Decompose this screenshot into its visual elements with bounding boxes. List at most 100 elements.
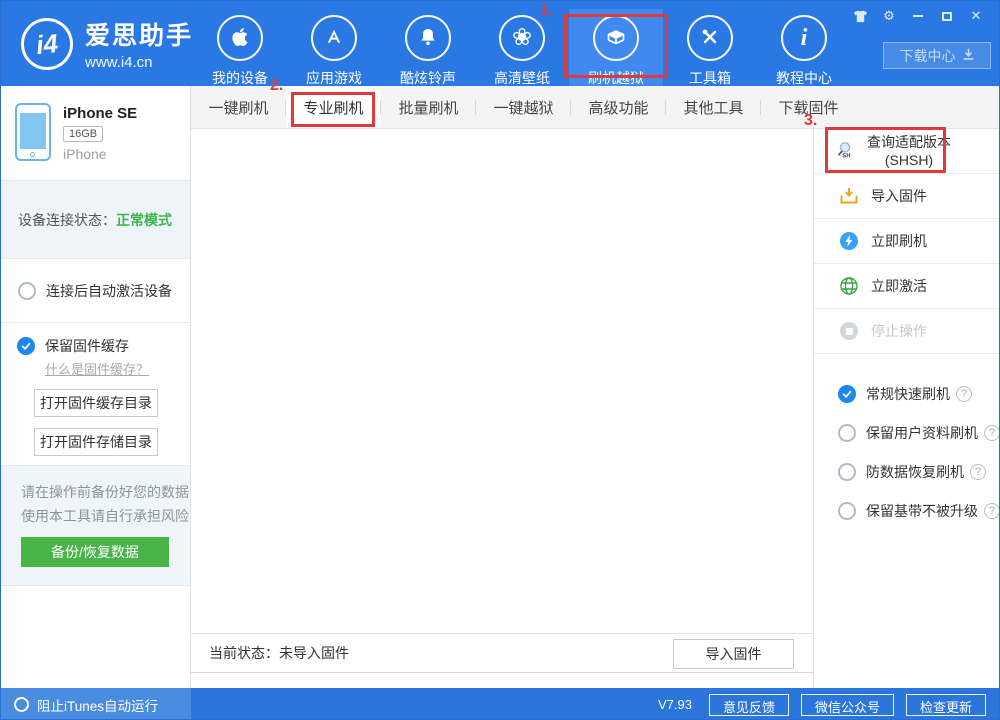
option-label: 防数据恢复刷机 — [866, 463, 964, 480]
auto-activate-radio[interactable] — [18, 281, 36, 300]
help-icon[interactable]: ? — [956, 385, 972, 402]
tab-advanced[interactable]: 高级功能 — [571, 86, 666, 128]
download-center-button[interactable]: 下载中心 — [883, 42, 991, 69]
flower-icon: ❀ — [511, 24, 533, 51]
nav-item-flash-jailbreak[interactable]: 刷机越狱 — [569, 9, 663, 96]
option-keep-baseband[interactable]: 保留基带不被升级 ? — [814, 491, 999, 530]
block-itunes-label: 阻止iTunes自动运行 — [37, 698, 159, 714]
nav-item-my-device[interactable]: 我的设备 — [193, 9, 287, 96]
nav-item-wallpapers[interactable]: ❀ 高清壁纸 — [475, 9, 569, 96]
nav-label: 教程中心 — [776, 70, 832, 86]
tab-one-key-flash[interactable]: 一键刷机 — [191, 86, 286, 128]
radio-icon[interactable] — [838, 462, 856, 481]
keep-cache-checkbox[interactable] — [17, 337, 35, 355]
appstore-icon — [322, 25, 346, 52]
query-shsh-button[interactable]: SH 查询适配版本 (SHSH) — [814, 129, 999, 174]
main-footer: 当前状态：未导入固件 导入固件 — [191, 633, 813, 673]
option-label: 常规快速刷机 — [866, 385, 950, 402]
connection-status-label: 设备连接状态： — [18, 211, 116, 228]
status-bar: 阻止iTunes自动运行 V7.93 意见反馈 微信公众号 检查更新 — [1, 688, 999, 719]
connection-status-value: 正常模式 — [116, 211, 172, 228]
option-normal-fast-flash[interactable]: 常规快速刷机 ? — [814, 374, 999, 413]
nav-label: 我的设备 — [212, 70, 268, 86]
option-keep-user-data-flash[interactable]: 保留用户资料刷机 ? — [814, 413, 999, 452]
tab-one-key-jailbreak[interactable]: 一键越狱 — [476, 86, 571, 128]
auto-activate-option[interactable]: 连接后自动激活设备 — [1, 259, 190, 323]
device-model: iPhone — [63, 146, 107, 162]
brand: i4 爱思助手 www.i4.cn — [18, 14, 194, 73]
device-sidebar: iPhone SE 16GB iPhone 设备连接状态： 正常模式 连接后自动… — [1, 86, 191, 688]
bell-icon — [416, 25, 440, 52]
feedback-button[interactable]: 意见反馈 — [708, 693, 789, 716]
window-controls: ⚙ ✕ — [851, 8, 985, 24]
iphone-icon — [15, 103, 51, 161]
nav-item-apps-games[interactable]: 应用游戏 — [287, 9, 381, 96]
nav-label: 酷炫铃声 — [400, 70, 456, 86]
main-content-empty — [191, 129, 813, 633]
app-url: www.i4.cn — [85, 54, 153, 71]
tools-icon — [698, 25, 722, 52]
flash-now-label: 立即刷机 — [871, 233, 927, 249]
import-firmware-label: 导入固件 — [871, 188, 927, 204]
device-name: iPhone SE — [63, 105, 138, 122]
i4-logo-icon: i4 — [18, 14, 76, 73]
current-status-text: 当前状态：未导入固件 — [209, 645, 349, 661]
tab-other-tools[interactable]: 其他工具 — [666, 86, 761, 128]
block-itunes-radio[interactable] — [14, 697, 29, 712]
help-icon[interactable]: ? — [970, 463, 986, 480]
flash-mode-options: 常规快速刷机 ? 保留用户资料刷机 ? 防数据恢复刷机 ? 保留基带不被升级 ? — [814, 354, 999, 530]
tab-pro-flash[interactable]: 专业刷机 — [286, 86, 381, 128]
nav-label: 刷机越狱 — [588, 70, 644, 86]
tab-batch-flash[interactable]: 批量刷机 — [381, 86, 476, 128]
activate-now-label: 立即激活 — [871, 278, 927, 294]
what-is-cache-link[interactable]: 什么是固件缓存？ — [45, 359, 149, 378]
check-update-button[interactable]: 检查更新 — [905, 693, 986, 716]
open-storage-dir-button[interactable]: 打开固件存储目录 — [34, 428, 158, 456]
globe-icon — [838, 275, 860, 297]
import-firmware-icon — [838, 185, 860, 207]
nav-label: 工具箱 — [689, 70, 731, 86]
sidebar-empty — [1, 586, 190, 688]
open-cache-dir-button[interactable]: 打开固件缓存目录 — [34, 389, 158, 417]
nav-item-tutorials[interactable]: i 教程中心 — [757, 9, 851, 96]
nav-item-ringtones[interactable]: 酷炫铃声 — [381, 9, 475, 96]
skin-icon[interactable] — [851, 8, 869, 24]
minimize-icon[interactable] — [909, 8, 927, 24]
backup-warning-section: 请在操作前备份好您的数据 使用本工具请自行承担风险 备份/恢复数据 — [1, 466, 190, 586]
main-area: 当前状态：未导入固件 导入固件 — [191, 129, 813, 688]
nav-item-toolbox[interactable]: 工具箱 — [663, 9, 757, 96]
option-anti-data-recovery-flash[interactable]: 防数据恢复刷机 ? — [814, 452, 999, 491]
app-title: 爱思助手 — [85, 22, 194, 50]
magnifier-shsh-icon: SH — [834, 140, 856, 162]
radio-icon[interactable] — [838, 423, 856, 442]
radio-checked-icon[interactable] — [838, 384, 856, 403]
device-capacity-badge: 16GB — [63, 126, 104, 142]
activate-now-action[interactable]: 立即激活 — [814, 264, 999, 309]
connection-status: 设备连接状态： 正常模式 — [1, 181, 190, 259]
app-window: i4 爱思助手 www.i4.cn 我的设备 应用游戏 酷炫铃声 ❀ 高清壁纸 … — [0, 0, 1000, 720]
flash-tabbar: 一键刷机 专业刷机 批量刷机 一键越狱 高级功能 其他工具 下载固件 — [191, 86, 999, 129]
radio-icon[interactable] — [838, 501, 856, 520]
header: i4 爱思助手 www.i4.cn 我的设备 应用游戏 酷炫铃声 ❀ 高清壁纸 … — [1, 1, 999, 96]
shsh-label-line1: 查询适配版本 — [867, 134, 951, 150]
stop-label: 停止操作 — [871, 323, 927, 339]
stop-icon — [840, 322, 858, 340]
keep-cache-label: 保留固件缓存 — [45, 338, 129, 354]
info-icon: i — [800, 25, 808, 51]
help-icon[interactable]: ? — [984, 502, 999, 519]
flash-now-action[interactable]: 立即刷机 — [814, 219, 999, 264]
maximize-icon[interactable] — [938, 8, 956, 24]
close-icon[interactable]: ✕ — [967, 8, 985, 24]
backup-restore-button[interactable]: 备份/恢复数据 — [21, 537, 169, 567]
tab-download-firmware[interactable]: 下载固件 — [761, 86, 856, 128]
device-info: iPhone SE 16GB iPhone — [1, 86, 190, 181]
download-center-label: 下载中心 — [899, 47, 956, 64]
import-firmware-button[interactable]: 导入固件 — [673, 639, 794, 669]
wechat-button[interactable]: 微信公众号 — [800, 693, 894, 716]
block-itunes-toggle[interactable]: 阻止iTunes自动运行 — [1, 688, 191, 719]
import-firmware-action[interactable]: 导入固件 — [814, 174, 999, 219]
main-nav: 我的设备 应用游戏 酷炫铃声 ❀ 高清壁纸 刷机越狱 工具箱 i 教程中心 — [193, 9, 851, 96]
settings-gear-icon[interactable]: ⚙ — [880, 8, 898, 24]
help-icon[interactable]: ? — [984, 424, 999, 441]
version-text: V7.93 — [657, 697, 692, 712]
